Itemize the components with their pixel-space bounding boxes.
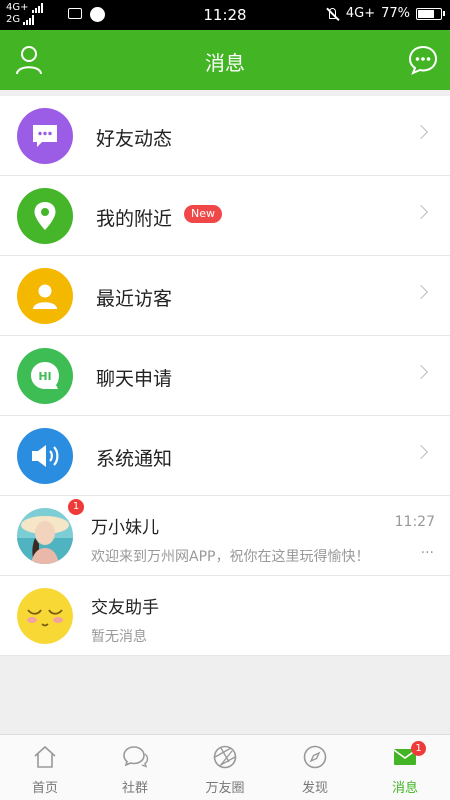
compass-icon [303,745,327,769]
menu-item-system-notice[interactable]: 系统通知 [0,416,450,496]
tab-messages[interactable]: 1 消息 [360,735,450,800]
menu-label: 系统通知 [96,448,173,470]
chat-name: 交友助手 [91,598,159,618]
menu-item-recent-visitors[interactable]: 最近访客 [0,256,450,336]
tab-label: 万友圈 [205,781,245,796]
status-bar: 4G+ 2G 11:28 4G+ 77% [0,0,450,30]
menu-label: 最近访客 [96,288,173,310]
chat-preview: 欢迎来到万州网APP，祝你在这里玩得愉快！ [91,549,370,565]
chat-preview: 暂无消息 [91,629,147,645]
menu-label: 好友动态 [96,128,173,150]
menu-item-chat-requests[interactable]: HI 聊天申请 [0,336,450,416]
chat-name: 万小妹儿 [91,518,159,538]
person-icon [17,268,73,324]
tab-home[interactable]: 首页 [0,735,90,800]
battery-icon [416,7,445,20]
chevron-right-icon [413,204,429,220]
tab-label: 首页 [31,781,58,796]
hi-bubble-icon: HI [17,348,73,404]
emoji-avatar-icon [17,588,73,644]
chevron-right-icon [413,444,429,460]
tab-moments[interactable]: 万友圈 [180,735,270,800]
new-badge: New [184,205,222,223]
mute-icon [326,7,340,21]
battery-percent: 77% [381,6,410,21]
speaker-icon [17,428,73,484]
menu-label: 我的附近 [96,208,173,230]
camera-shutter-icon [213,745,237,769]
unread-badge: 1 [411,741,426,756]
avatar [17,508,73,564]
chat-icon[interactable] [408,44,438,76]
tab-label: 消息 [391,781,418,796]
menu-item-nearby[interactable]: 我的附近 New [0,176,450,256]
page-title: 消息 [205,51,245,75]
unread-badge: 1 [68,499,84,515]
bottom-nav: 首页 社群 万友圈 发现 1 消息 [0,734,450,800]
app-header: 消息 [0,30,450,90]
tab-label: 社群 [121,781,148,796]
network-type-right: 4G+ [345,6,376,21]
chevron-right-icon [413,284,429,300]
menu-label: 聊天申请 [96,368,173,390]
chat-bubble-icon [17,108,73,164]
chevron-right-icon [413,364,429,380]
menu-item-friend-updates[interactable]: 好友动态 [0,96,450,176]
chat-more: ··· [420,545,434,561]
hi-text: HI [38,370,51,383]
chat-row[interactable]: 1 万小妹儿 11:27 欢迎来到万州网APP，祝你在这里玩得愉快！ ··· [0,496,450,576]
chat-row[interactable]: 交友助手 暂无消息 [0,576,450,656]
message-list: 好友动态 我的附近 New 最近访客 HI 聊天申请 系统通知 1 万小妹儿 1… [0,96,450,656]
chat-time: 11:27 [394,514,435,530]
tab-label: 发现 [301,781,328,796]
tab-community[interactable]: 社群 [90,735,180,800]
status-right: 4G+ 77% [326,6,445,21]
tab-discover[interactable]: 发现 [270,735,360,800]
location-pin-icon [17,188,73,244]
chevron-right-icon [413,124,429,140]
chat-bubbles-icon [123,746,149,768]
home-icon [34,745,56,768]
